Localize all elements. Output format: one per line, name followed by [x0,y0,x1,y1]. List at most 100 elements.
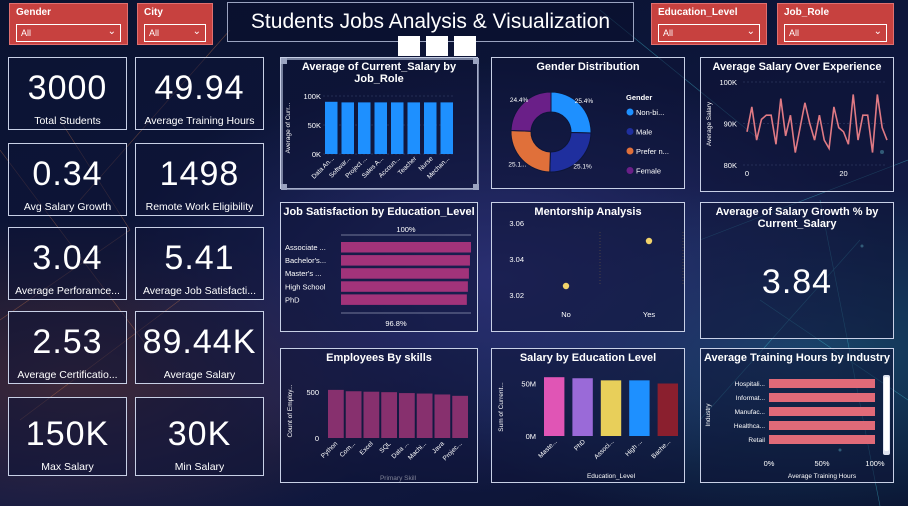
education-filter[interactable]: Education_Level All ⌄ [651,3,767,45]
education-select[interactable]: All ⌄ [658,24,760,42]
gender-filter[interactable]: Gender All ⌄ [9,3,128,45]
kpi-value: 3.04 [32,239,103,277]
kpi-avg-salary-growth[interactable]: 0.34 Avg Salary Growth [8,143,127,216]
chevron-down-icon[interactable]: ⌄ [108,26,116,37]
x-tick-label: Yes [643,310,655,319]
chart-salary-over-experience[interactable]: Average Salary Over Experience Average S… [700,57,894,192]
chevron-down-icon[interactable]: ⌄ [747,26,755,37]
chevron-down-icon[interactable]: ⌄ [193,26,201,37]
bar [341,102,354,154]
bar [358,102,371,154]
card-salary-growth-by-salary[interactable]: Average of Salary Growth % by Current_Sa… [700,202,894,339]
data-label: 24.4% [510,97,529,104]
bar [424,102,437,154]
y-tick-label: Associate ... [285,243,326,252]
kpi-label: Average Perforamce... [15,285,120,297]
kpi-avg-salary[interactable]: 89.44K Average Salary [135,311,264,384]
x-tick-label: High ... [624,438,644,458]
bar [440,102,453,154]
kpi-max-salary[interactable]: 150K Max Salary [8,397,127,476]
bar [325,101,338,154]
x-tick-label: Projec... [442,440,464,462]
bar [391,102,404,154]
x-tick-label: Excel [359,440,376,457]
kpi-min-salary[interactable]: 30K Min Salary [135,397,264,476]
y-axis-label: Average of Curr... [285,102,292,153]
bar [544,377,565,436]
data-label: 25.4% [575,98,594,105]
y-tick-label: 0K [312,150,321,159]
city-select[interactable]: All ⌄ [144,24,206,42]
kpi-remote-work[interactable]: 1498 Remote Work Eligibility [135,143,264,216]
chart-salary-by-education[interactable]: Salary by Education Level Sum of Current… [491,348,685,483]
chart-salary-by-job-role[interactable]: Average of Current_Salary by Job_Role Av… [280,57,479,190]
y-tick-label: 3.04 [509,255,524,264]
kpi-total-students[interactable]: 3000 Total Students [8,57,127,130]
y-tick-label: Bachelor's... [285,256,326,265]
chart-job-satisfaction-by-education[interactable]: Job Satisfaction by Education_Level 100%… [280,202,478,332]
legend-marker [626,147,634,155]
x-tick-label: SQL [378,440,392,454]
kpi-value: 30K [167,415,232,453]
kpi-label: Average Salary [163,369,236,381]
job-role-filter[interactable]: Job_Role All ⌄ [777,3,894,45]
scrollbar-thumb [884,377,889,451]
bar [769,393,875,402]
scatter-point [562,282,570,290]
bar [572,378,593,436]
legend-marker [626,167,634,174]
x-tick-label: PhD [573,438,587,452]
kpi-label: Average Training Hours [144,115,255,127]
white-square-2 [426,36,448,56]
bar [363,391,380,438]
bar [657,383,678,436]
y-tick-label: Retail [748,437,765,444]
legend-label: Female [636,167,661,176]
legend-marker [626,128,634,135]
x-tick-label: 100% [865,459,885,468]
chevron-down-icon[interactable]: ⌄ [874,26,882,37]
y-tick-label: 100K [303,92,321,101]
kpi-label: Avg Salary Growth [23,201,112,213]
y-tick-label: 3.02 [509,291,524,300]
bar [341,242,471,253]
bar [341,268,469,279]
kpi-avg-certification[interactable]: 2.53 Average Certificatio... [8,311,127,384]
y-axis-label: Average Salary [706,101,713,146]
city-filter[interactable]: City All ⌄ [137,3,213,45]
gender-select[interactable]: All ⌄ [16,24,121,42]
bar [407,102,420,154]
y-tick-label: 0 [315,434,319,443]
chart-training-hours-by-industry[interactable]: Average Training Hours by Industry Indus… [700,348,894,483]
chart-employees-by-skills[interactable]: Employees By skills Count of Employ... 0 5… [280,348,478,483]
bar [769,407,875,416]
kpi-value: 2.53 [32,323,103,361]
chart-title: Average of Salary Growth % by Current_Sa… [715,206,879,230]
x-tick-label: Java [431,440,446,455]
y-axis-label: Count of Employ... [287,384,294,437]
chart-gender-distribution[interactable]: Gender Distribution 25.4% 25.1% 25.1... 24.… [491,57,685,189]
x-tick-label: 0 [745,169,749,178]
y-tick-label: 500 [306,388,319,397]
y-tick-label: 50M [521,380,536,389]
kpi-avg-performance[interactable]: 3.04 Average Perforamce... [8,227,127,300]
bar [374,102,387,154]
kpi-avg-job-satisfaction[interactable]: 5.41 Average Job Satisfacti... [135,227,264,300]
bar [769,421,875,430]
x-tick-label: 50% [814,459,829,468]
kpi-value: 49.94 [154,69,245,107]
bar [345,391,362,438]
chart-mentorship-analysis[interactable]: Mentorship Analysis 3.02 3.04 3.06 No Yes [491,202,685,332]
x-tick-label: Associ... [593,438,615,460]
dashboard-title-text: Students Jobs Analysis & Visualization [250,10,611,33]
chart-svg: Average of Curr...0K50K100KData An...Sof… [281,58,479,190]
job-role-select[interactable]: All ⌄ [784,24,887,42]
legend-label: Male [636,128,652,137]
bar [600,380,622,436]
kpi-label: Max Salary [41,461,94,473]
chart-svg: 25.4% 25.1% 25.1... 24.4% Gender Non-bi... Mal… [508,91,669,176]
bar [629,380,650,436]
kpi-value: 150K [25,415,110,453]
legend-marker [626,108,634,116]
kpi-avg-training-hours[interactable]: 49.94 Average Training Hours [135,57,264,130]
